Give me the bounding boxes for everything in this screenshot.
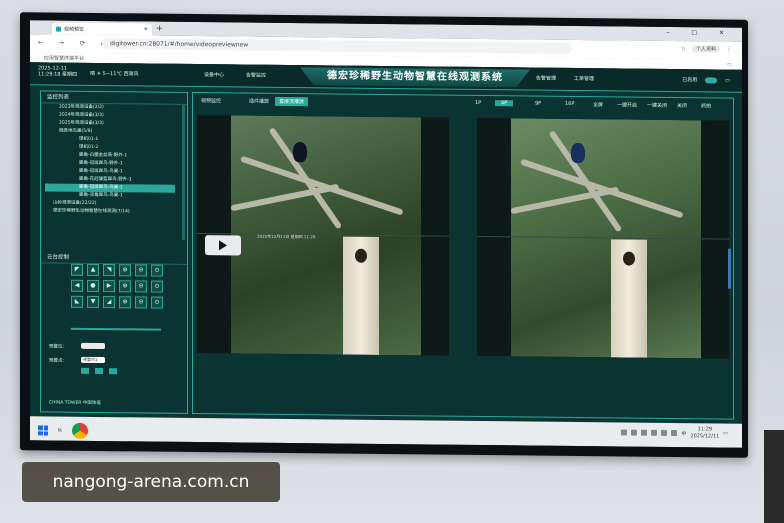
window-controls[interactable]: – □ ✕	[666, 29, 734, 37]
close-button[interactable]: 关闭	[677, 102, 687, 109]
status-text: 已启用	[682, 77, 698, 84]
nav-work-order[interactable]: 工单管理	[574, 75, 594, 82]
preset-input[interactable]	[81, 342, 105, 350]
ptz-button[interactable]: ⊖	[135, 280, 147, 293]
layout-1p[interactable]: 1P	[475, 100, 481, 106]
video-panel-title: 视频监控	[201, 98, 222, 105]
hornbill-bird	[293, 142, 307, 163]
new-tab-button[interactable]: +	[156, 24, 163, 33]
ptz-button[interactable]: ◥	[103, 264, 115, 277]
tree-post	[343, 236, 379, 355]
tray-icon[interactable]	[671, 430, 678, 437]
clock-date: 2025/12/11	[690, 433, 720, 440]
close-tab-icon[interactable]: ✕	[144, 26, 148, 32]
nav-alarm-monitor[interactable]: 告警监控	[246, 72, 266, 79]
ptz-button[interactable]: ⊖	[135, 264, 147, 277]
task-view-icon[interactable]: ⧉	[58, 428, 62, 434]
folder-icon[interactable]: ▭	[727, 62, 732, 68]
snapshot-button[interactable]: 抓拍	[701, 102, 711, 109]
chrome-icon[interactable]	[71, 422, 88, 439]
fullscreen-button[interactable]: 全屏	[593, 101, 603, 108]
video-window[interactable]: 2025年12月11日 星期四 11:29	[197, 115, 449, 356]
tray-icon[interactable]	[621, 429, 628, 436]
device-tree: 2023年观测设备(2/2) 2024年观测设备(3/3) 2025年观测设备(3/…	[45, 103, 175, 248]
open-all-button[interactable]: 一键开启	[617, 101, 637, 108]
tree-post	[611, 239, 647, 358]
hornbill-bird	[571, 142, 585, 164]
ptz-button[interactable]: ◤	[71, 263, 83, 276]
tray-icon[interactable]	[651, 429, 658, 436]
speed-slider[interactable]	[71, 327, 161, 331]
video-window[interactable]	[477, 117, 729, 359]
tray-icon[interactable]	[641, 429, 648, 436]
page-title: 德宏珍稀野生动物智慧在线观测系统	[300, 67, 530, 87]
date-time: 2025-12-11 11:29:18 星期四	[38, 65, 77, 77]
ptz-button[interactable]: ◀	[71, 279, 83, 292]
weather-text: 晴 ☀ 5~11℃ 西南风	[90, 70, 139, 78]
tab-stream-play[interactable]: 直接流播放	[275, 96, 309, 107]
profile-button[interactable]: 个人资料	[691, 45, 720, 53]
system-tray: 中 11:29 2025/12/11 ▭	[621, 425, 728, 440]
close-all-button[interactable]: 一键关闭	[647, 102, 667, 109]
browser-tab[interactable]: 视频预览 ✕	[52, 22, 152, 36]
screen: 视频预览 ✕ + – □ ✕ ← → ⟳ ⌂ digitower.cn:2807…	[30, 20, 742, 448]
monitor-bezel: 视频预览 ✕ + – □ ✕ ← → ⟳ ⌂ digitower.cn:2807…	[20, 12, 748, 458]
preset-label: 预置位:	[49, 344, 65, 350]
tab-plugin-play[interactable]: 插件播放	[245, 97, 273, 106]
ptz-button[interactable]: ⊕	[119, 264, 131, 277]
ptz-button[interactable]: ●	[87, 279, 99, 293]
notification-icon[interactable]: ▭	[723, 431, 728, 437]
layout-4p[interactable]: 4P	[495, 100, 514, 107]
ptz-controls: ◤ ▲ ◥ ⊕ ⊖ ⊙ ◀ ● ▶ ⊕ ⊖ ⊙ ◣ ▼ ◢ ⊕ ⊖ ⊙	[71, 263, 163, 309]
speed-label: 预置点:	[49, 358, 65, 364]
tab-title: 视频预览	[64, 26, 85, 33]
preset-select[interactable]: 预置点1	[81, 356, 105, 364]
ptz-title: 云台控制	[41, 251, 187, 265]
ptz-button[interactable]: ◢	[103, 296, 115, 309]
nav-device-center[interactable]: 设备中心	[204, 71, 224, 78]
ptz-button[interactable]: ⊙	[151, 280, 163, 293]
play-button[interactable]	[205, 235, 241, 256]
ptz-button[interactable]: ⊕	[119, 280, 131, 293]
watermark: nangong-arena.com.cn	[22, 462, 280, 502]
star-icon[interactable]: ☆	[681, 45, 686, 52]
layout-9p[interactable]: 9P	[535, 101, 541, 107]
toggle-switch[interactable]	[705, 76, 718, 83]
left-panel: 监控列表 2023年观测设备(2/2) 2024年观测设备(3/3) 2025年观测…	[40, 90, 188, 414]
language-indicator[interactable]: 中	[681, 430, 686, 437]
ptz-button[interactable]: ⊖	[135, 296, 147, 309]
ptz-button[interactable]: ▶	[103, 280, 115, 293]
tv-stand	[764, 430, 784, 523]
address-bar[interactable]: digitower.cn:28071/#/home/videopreviewne…	[102, 38, 572, 54]
tray-icon[interactable]	[631, 429, 638, 436]
windows-start-icon[interactable]	[38, 425, 48, 436]
browser-nav-icons[interactable]: ← → ⟳ ⌂	[38, 39, 112, 47]
main-panel: 视频监控 插件播放 直接流播放 1P 4P 9P 16P 全屏 一键开启 一键关…	[192, 91, 734, 420]
call-preset-button[interactable]	[81, 367, 89, 374]
ptz-button[interactable]: ⊙	[151, 264, 163, 277]
ptz-button[interactable]: ▼	[87, 295, 99, 309]
china-tower-logo: CHINA TOWER 中国铁塔	[49, 400, 101, 407]
main-scrollbar[interactable]	[728, 248, 731, 289]
ptz-button[interactable]: ⊙	[151, 296, 163, 309]
monitor-icon[interactable]: ▭	[725, 77, 730, 83]
clock[interactable]: 11:29 2025/12/11	[690, 426, 719, 440]
tray-icon[interactable]	[661, 429, 668, 436]
video-caption: 2025年12月11日 星期四 11:29	[257, 233, 316, 240]
time-text: 11:29:18 星期四	[38, 71, 78, 78]
nav-alarm-manage[interactable]: 告警管理	[536, 75, 556, 82]
layout-16p[interactable]: 16P	[565, 101, 574, 107]
app-root: 2025-12-11 11:29:18 星期四 晴 ☀ 5~11℃ 西南风 设备…	[30, 62, 742, 424]
ptz-button[interactable]: ▲	[87, 263, 99, 277]
tree-item[interactable]: 德宏珍稀野生动物智慧在线观测(7/14)	[45, 207, 175, 216]
ptz-button[interactable]: ⊕	[119, 296, 131, 309]
ptz-button[interactable]: ◣	[71, 295, 83, 308]
delete-preset-button[interactable]	[109, 368, 117, 375]
bookmark-item[interactable]: 应用智慧终端平台	[44, 54, 84, 61]
favicon-icon	[56, 26, 61, 32]
menu-icon[interactable]: ⋮	[726, 46, 732, 53]
tree-scrollbar[interactable]	[182, 104, 185, 240]
set-preset-button[interactable]	[95, 367, 103, 375]
